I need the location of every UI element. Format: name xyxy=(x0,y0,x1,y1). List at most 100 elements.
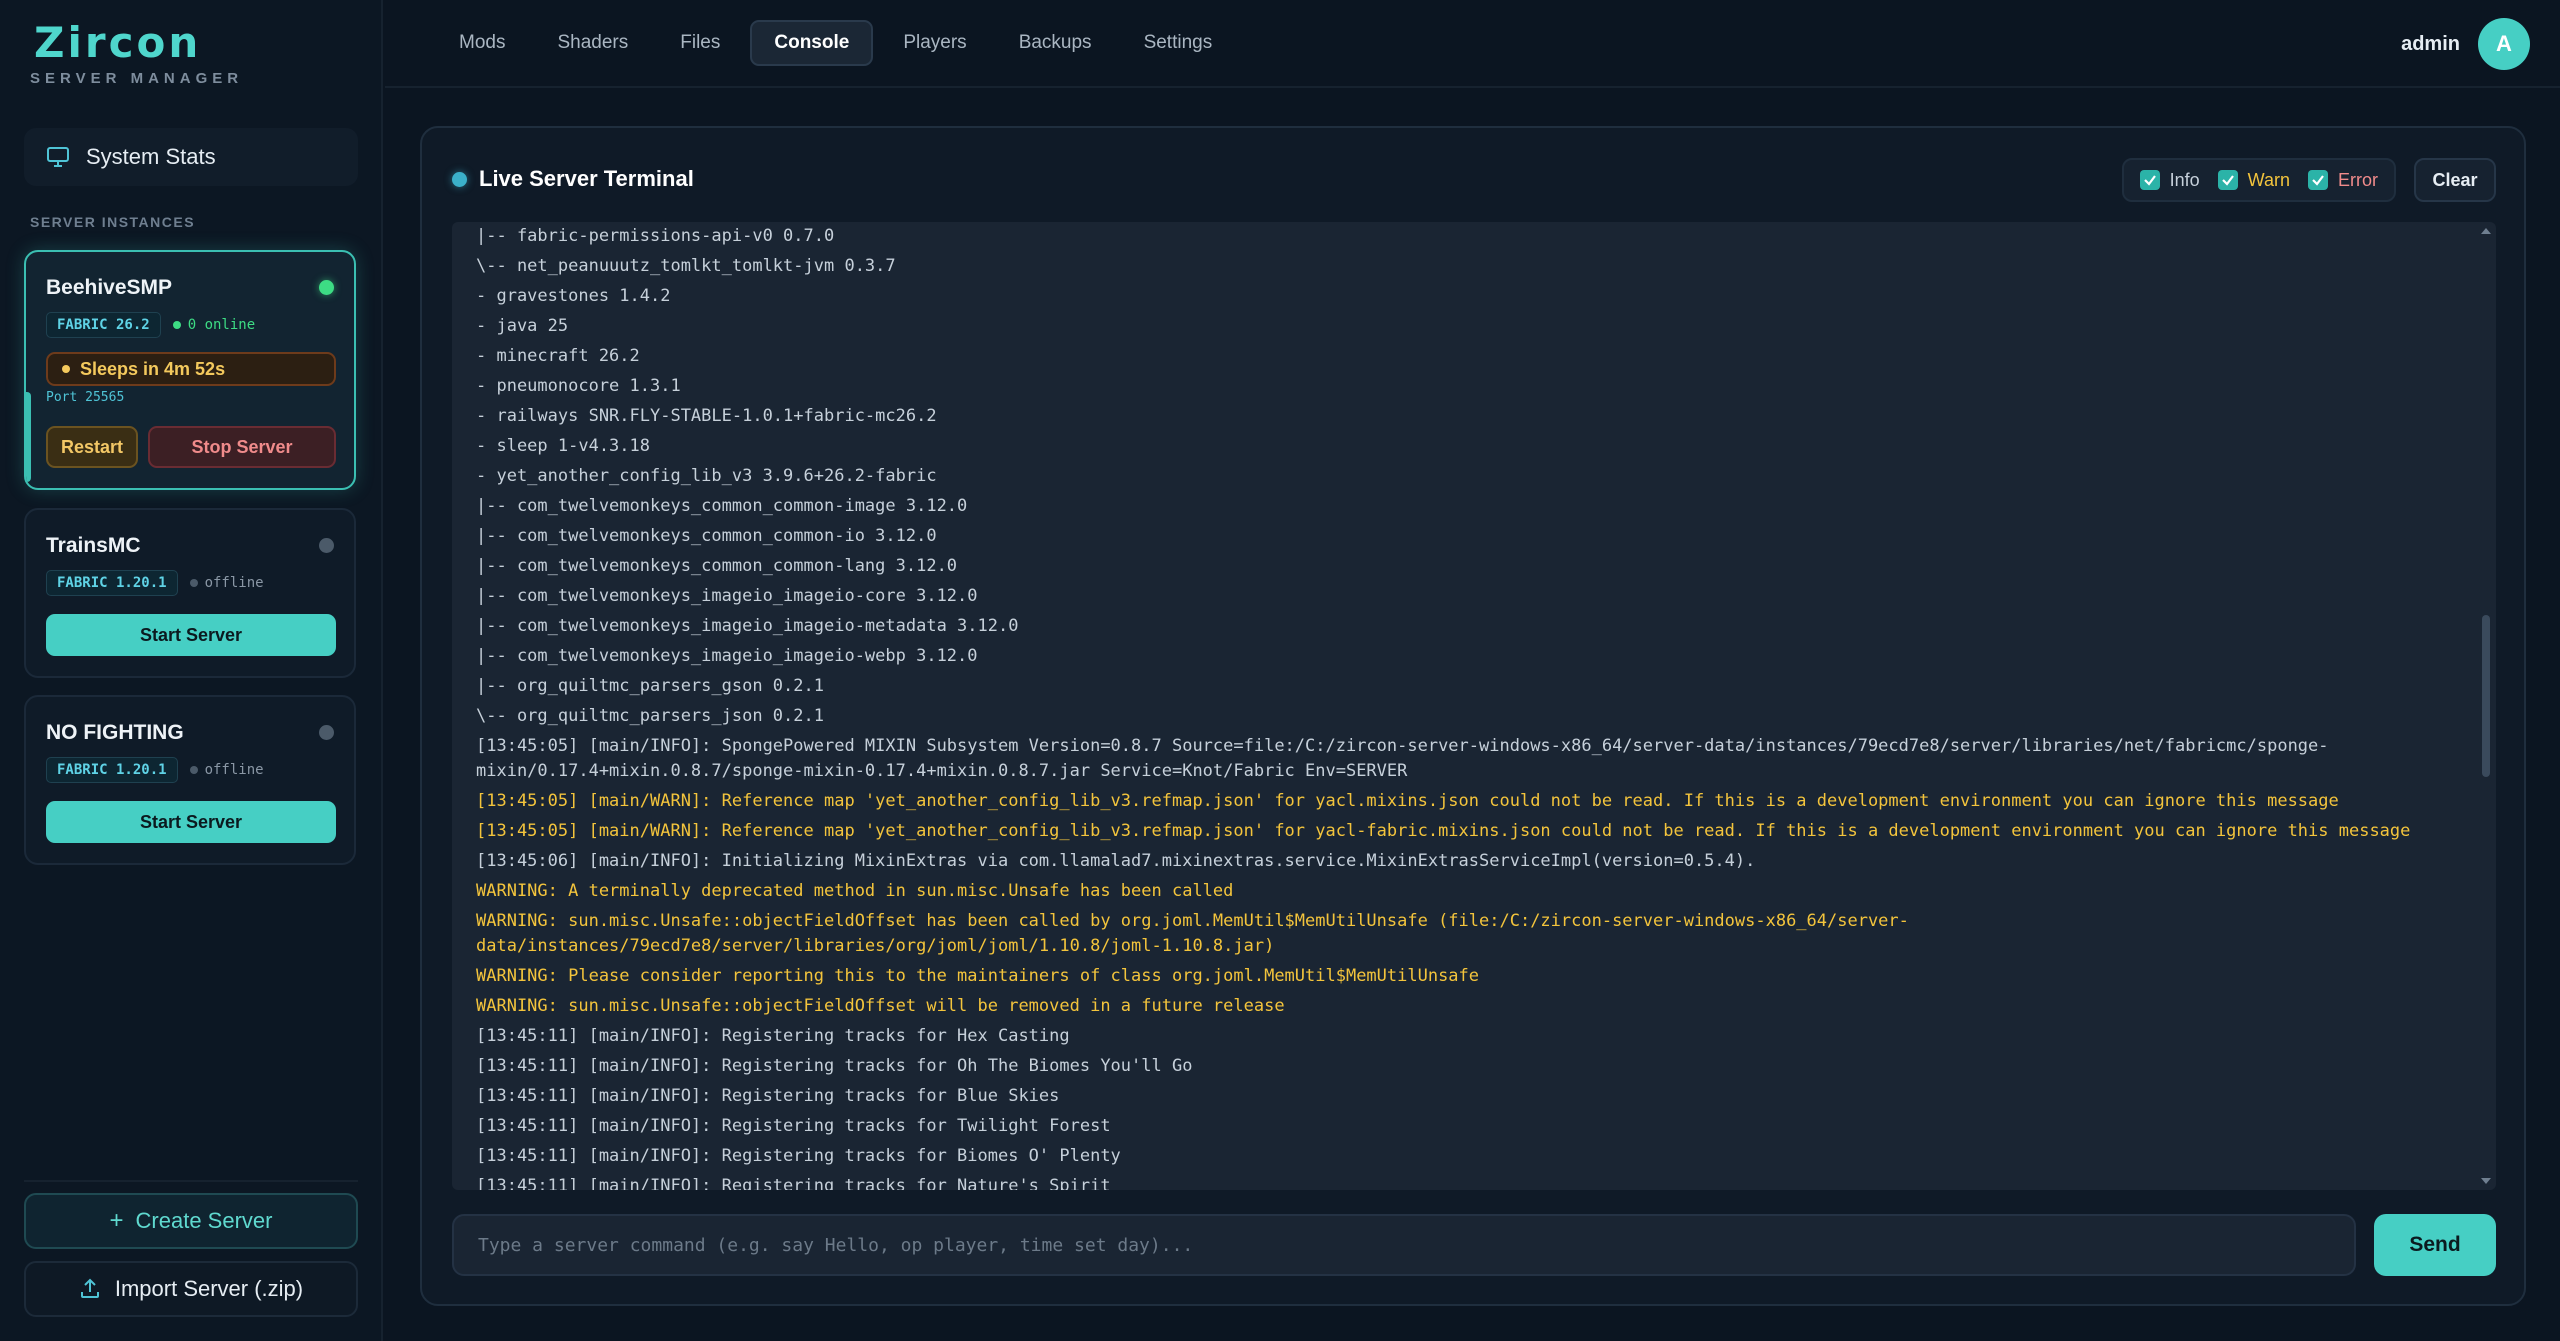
log-line: |-- com_twelvemonkeys_common_common-io 3… xyxy=(476,526,937,546)
log-line: - yet_another_config_lib_v3 3.9.6+26.2-f… xyxy=(476,466,937,486)
status-offline-icon xyxy=(319,725,334,740)
send-button[interactable]: Send xyxy=(2374,1214,2496,1276)
terminal-output[interactable]: |-- fabric-permissions-api-v0 0.7.0 \-- n… xyxy=(452,222,2496,1190)
log-line: |-- fabric-permissions-api-v0 0.7.0 xyxy=(476,226,835,246)
scroll-thumb[interactable] xyxy=(2482,615,2490,777)
log-line: |-- com_twelvemonkeys_imageio_imageio-me… xyxy=(476,616,1019,636)
user-menu[interactable]: admin A xyxy=(2401,18,2530,70)
avatar[interactable]: A xyxy=(2478,18,2530,70)
log-line: WARNING: A terminally deprecated method … xyxy=(476,881,1234,901)
plus-icon: + xyxy=(109,1207,124,1234)
status-online-icon xyxy=(319,280,334,295)
tab-console[interactable]: Console xyxy=(750,20,874,66)
server-status-text: offline xyxy=(204,762,264,778)
server-port: Port 25565 xyxy=(46,390,125,405)
log-line: - sleep 1-v4.3.18 xyxy=(476,436,650,456)
log-line: \-- net_peanuuutz_tomlkt_tomlkt-jvm 0.3.… xyxy=(476,256,896,276)
log-line: |-- com_twelvemonkeys_common_common-lang… xyxy=(476,556,958,576)
player-count-text: 0 online xyxy=(187,317,256,333)
checkbox-checked-icon[interactable] xyxy=(2217,170,2238,190)
server-meta: FABRIC 1.20.1 offline xyxy=(46,757,264,783)
tab-bar: Mods Shaders Files Console Players Backu… xyxy=(437,20,1242,66)
tab-mods[interactable]: Mods xyxy=(437,20,527,66)
server-card-beehivesmp[interactable]: BeehiveSMP FABRIC 26.2 0 online Sleeps i… xyxy=(24,250,356,490)
tab-shaders[interactable]: Shaders xyxy=(535,20,650,66)
filter-error-label: Error xyxy=(2338,169,2378,190)
log-line: - railways SNR.FLY-STABLE-1.0.1+fabric-m… xyxy=(476,406,937,426)
server-card-trainsmc[interactable]: TrainsMC FABRIC 1.20.1 offline Start Ser… xyxy=(24,508,356,678)
log-line: - java 25 xyxy=(476,316,569,336)
log-line: WARNING: sun.misc.Unsafe::objectFieldOff… xyxy=(476,911,1909,956)
start-server-button[interactable]: Start Server xyxy=(46,801,336,843)
log-line: |-- org_quiltmc_parsers_gson 0.2.1 xyxy=(476,676,824,696)
filter-error[interactable]: Error xyxy=(2308,170,2378,191)
log-line: \-- org_quiltmc_parsers_json 0.2.1 xyxy=(476,706,824,726)
username: admin xyxy=(2401,32,2460,55)
scroll-up-icon[interactable] xyxy=(2481,228,2491,234)
log-line: [13:45:11] [main/INFO]: Registering trac… xyxy=(476,1086,1060,1106)
version-badge: FABRIC 1.20.1 xyxy=(46,570,178,596)
sleep-timer-text: Sleeps in 4m 52s xyxy=(80,358,226,379)
tab-players[interactable]: Players xyxy=(881,20,988,66)
log-line: [13:45:05] [main/WARN]: Reference map 'y… xyxy=(476,821,2411,841)
import-server-button[interactable]: Import Server (.zip) xyxy=(24,1261,358,1317)
server-name: TrainsMC xyxy=(46,534,141,557)
system-stats-label: System Stats xyxy=(86,144,216,169)
tab-settings[interactable]: Settings xyxy=(1122,20,1235,66)
offline-dot-icon xyxy=(189,766,198,774)
filter-info[interactable]: Info xyxy=(2139,169,2200,191)
offline-dot-icon xyxy=(189,579,198,587)
server-instances-label: SERVER INSTANCES xyxy=(30,214,196,230)
log-lines: |-- fabric-permissions-api-v0 0.7.0 \-- n… xyxy=(476,224,2466,1190)
log-line: [13:45:11] [main/INFO]: Registering trac… xyxy=(476,1116,1111,1136)
log-line: [13:45:05] [main/INFO]: SpongePowered MI… xyxy=(476,736,2329,781)
server-name: BeehiveSMP xyxy=(46,276,173,299)
restart-button[interactable]: Restart xyxy=(46,426,138,468)
checkbox-checked-icon[interactable] xyxy=(2139,170,2160,190)
server-meta: FABRIC 1.20.1 offline xyxy=(46,570,264,596)
server-status: offline xyxy=(189,575,264,591)
start-server-button[interactable]: Start Server xyxy=(46,614,336,656)
server-status: offline xyxy=(189,762,264,778)
monitor-icon xyxy=(47,147,69,167)
checkbox-checked-icon[interactable] xyxy=(2308,170,2328,190)
app-subtitle: SERVER MANAGER xyxy=(30,70,244,87)
terminal-scrollbar[interactable] xyxy=(2480,222,2492,1190)
clear-button[interactable]: Clear xyxy=(2414,158,2496,202)
sleep-dot-icon xyxy=(62,365,70,373)
upload-icon xyxy=(80,1278,99,1298)
system-stats-button[interactable]: System Stats xyxy=(24,128,358,186)
log-line: - minecraft 26.2 xyxy=(476,346,640,366)
version-badge: FABRIC 26.2 xyxy=(46,312,161,338)
filter-warn-label: Warn xyxy=(2247,169,2290,190)
log-line: - pneumonocore 1.3.1 xyxy=(476,376,681,396)
filter-warn[interactable]: Warn xyxy=(2217,169,2290,191)
sleep-timer-badge: Sleeps in 4m 52s xyxy=(46,352,336,386)
tab-files[interactable]: Files xyxy=(658,20,742,66)
version-badge: FABRIC 1.20.1 xyxy=(46,757,178,783)
terminal-title: Live Server Terminal xyxy=(479,166,694,191)
log-line: [13:45:11] [main/INFO]: Registering trac… xyxy=(476,1056,1193,1076)
terminal-header: Live Server Terminal xyxy=(452,166,694,192)
log-line: [13:45:05] [main/WARN]: Reference map 'y… xyxy=(476,791,2339,811)
sidebar: Zircon SERVER MANAGER System Stats SERVE… xyxy=(0,0,383,1341)
log-line: [13:45:06] [main/INFO]: Initializing Mix… xyxy=(476,851,1756,871)
player-count: 0 online xyxy=(172,317,256,333)
live-status-icon xyxy=(452,171,467,187)
log-line: [13:45:11] [main/INFO]: Registering trac… xyxy=(476,1026,1070,1046)
log-line: WARNING: Please consider reporting this … xyxy=(476,966,1480,986)
log-line: |-- com_twelvemonkeys_common_common-imag… xyxy=(476,496,968,516)
scroll-down-icon[interactable] xyxy=(2481,1178,2491,1184)
import-server-label: Import Server (.zip) xyxy=(114,1276,304,1301)
app-logo: Zircon SERVER MANAGER xyxy=(30,18,243,87)
command-input[interactable] xyxy=(452,1214,2356,1276)
app-title: Zircon xyxy=(34,18,202,67)
log-line: [13:45:11] [main/INFO]: Registering trac… xyxy=(476,1146,1121,1166)
filter-info-label: Info xyxy=(2169,169,2200,190)
create-server-button[interactable]: + Create Server xyxy=(24,1193,358,1249)
server-card-no-fighting[interactable]: NO FIGHTING FABRIC 1.20.1 offline Start … xyxy=(24,695,356,865)
sidebar-divider xyxy=(24,1180,358,1182)
stop-server-button[interactable]: Stop Server xyxy=(148,426,336,468)
log-line: |-- com_twelvemonkeys_imageio_imageio-co… xyxy=(476,586,978,606)
tab-backups[interactable]: Backups xyxy=(997,20,1114,66)
